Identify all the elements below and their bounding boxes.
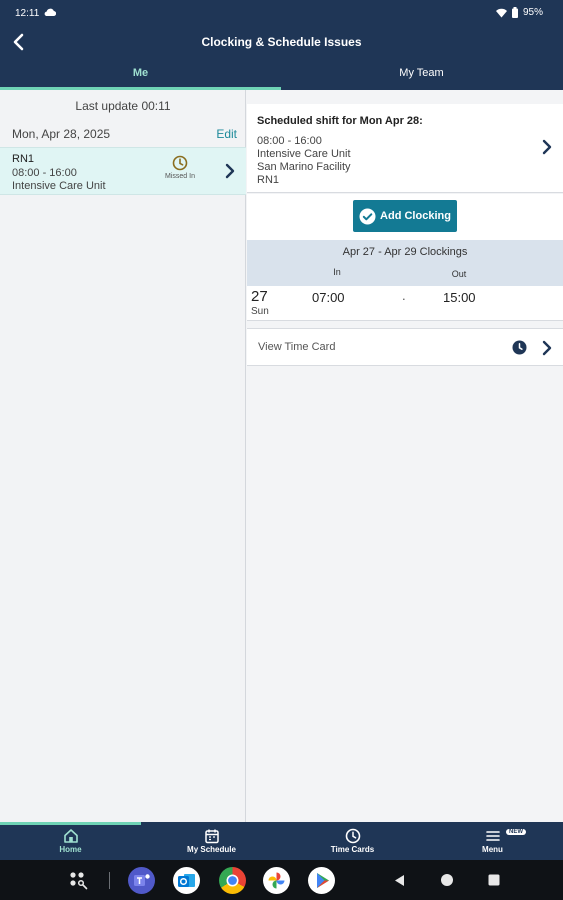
scheduled-facility: San Marino Facility — [257, 161, 351, 173]
home-icon — [63, 829, 78, 843]
photos-logo-icon — [268, 872, 285, 889]
chrome-logo-icon — [226, 874, 239, 887]
out-column-header: Out — [451, 269, 467, 279]
new-badge: NEW — [506, 829, 526, 835]
menu-icon — [485, 831, 500, 841]
clock-icon — [345, 828, 360, 844]
nav-my-schedule-label: My Schedule — [187, 845, 236, 854]
clock-icon — [512, 340, 527, 355]
play-store-logo-icon — [317, 873, 329, 888]
photos-app-icon[interactable] — [263, 867, 290, 894]
view-time-card-label: View Time Card — [258, 341, 336, 353]
shift-list-item[interactable]: RN1 08:00 - 16:00 Intensive Care Unit Mi… — [0, 147, 246, 195]
tab-bar: Me My Team — [0, 60, 563, 90]
clock-in-time: 07:00 — [312, 290, 345, 305]
status-bar: 12:11 95% — [0, 0, 563, 26]
calendar-icon — [204, 829, 219, 844]
in-column-header: In — [333, 267, 341, 277]
back-nav-icon[interactable] — [393, 874, 405, 887]
chevron-right-icon — [542, 139, 552, 155]
add-clocking-label: Add Clocking — [380, 210, 451, 222]
app-header: Clocking & Schedule Issues — [0, 26, 563, 60]
tab-my-team[interactable]: My Team — [281, 60, 562, 90]
taskbar-divider — [109, 872, 110, 889]
outlook-logo-icon — [178, 874, 195, 887]
status-time: 12:11 — [15, 8, 40, 19]
scheduled-unit: Intensive Care Unit — [257, 148, 351, 160]
add-clocking-button[interactable]: Add Clocking — [353, 200, 457, 232]
chevron-right-icon — [542, 340, 552, 356]
clock-out-time: 15:00 — [443, 290, 476, 305]
home-nav-icon[interactable] — [440, 873, 454, 887]
shift-detail-pane: Scheduled shift for Mon Apr 28: 08:00 - … — [247, 90, 563, 822]
missed-in-label: Missed In — [165, 173, 195, 180]
clock-warning-icon — [172, 155, 188, 171]
clockings-range: Apr 27 - Apr 29 Clockings — [342, 246, 468, 258]
recents-nav-icon[interactable] — [488, 874, 500, 886]
date-label: Mon, Apr 28, 2025 — [12, 127, 111, 141]
wifi-icon — [495, 8, 507, 17]
teams-logo-icon — [134, 874, 150, 886]
shift-role: RN1 — [12, 153, 35, 165]
active-tab-indicator — [0, 822, 141, 825]
system-navigation-bar — [0, 860, 563, 900]
nav-my-schedule[interactable]: My Schedule — [141, 828, 282, 854]
scheduled-role: RN1 — [257, 174, 280, 186]
check-circle-icon — [359, 208, 376, 224]
clocking-day: 27 — [251, 288, 268, 305]
outlook-app-icon[interactable] — [173, 867, 200, 894]
nav-home-label: Home — [59, 845, 82, 854]
teams-app-icon[interactable] — [128, 867, 155, 894]
main-content: Last update 00:11 Mon, Apr 28, 2025 Edit… — [0, 90, 563, 822]
last-update: Last update 00:11 — [75, 99, 171, 113]
page-title: Clocking & Schedule Issues — [201, 35, 362, 49]
missed-in-status: Missed In — [160, 155, 200, 180]
chrome-app-icon[interactable] — [219, 867, 246, 894]
bottom-navigation: Home My Schedule Time Cards NEW Menu — [0, 822, 563, 860]
edit-button[interactable]: Edit — [216, 127, 237, 141]
date-header: Mon, Apr 28, 2025 Edit — [12, 127, 237, 143]
clocking-weekday: Sun — [251, 306, 269, 317]
shift-hours: 08:00 - 16:00 — [12, 167, 77, 179]
nav-time-cards-label: Time Cards — [330, 845, 375, 854]
clockings-header: Apr 27 - Apr 29 Clockings In Out — [247, 240, 563, 286]
scheduled-shift-card[interactable]: Scheduled shift for Mon Apr 28: 08:00 - … — [247, 104, 563, 193]
tab-me[interactable]: Me — [0, 60, 281, 90]
shift-unit: Intensive Care Unit — [12, 180, 106, 192]
nav-menu-label: Menu — [482, 845, 503, 854]
app-drawer-search-icon[interactable] — [69, 871, 89, 890]
nav-home[interactable]: Home — [0, 828, 141, 854]
shift-list-pane: Last update 00:11 Mon, Apr 28, 2025 Edit… — [0, 90, 246, 822]
scheduled-shift-title: Scheduled shift for Mon Apr 28: — [257, 115, 423, 127]
play-store-app-icon[interactable] — [308, 867, 335, 894]
battery-icon — [511, 7, 518, 18]
clocking-separator: . — [402, 288, 406, 303]
nav-menu[interactable]: NEW Menu — [422, 828, 563, 854]
nav-time-cards[interactable]: Time Cards — [282, 828, 423, 854]
cloud-notification-icon — [44, 8, 56, 17]
clocking-row[interactable]: 27 Sun 07:00 . 15:00 — [247, 286, 563, 321]
chevron-right-icon — [225, 163, 235, 179]
scheduled-hours: 08:00 - 16:00 — [257, 135, 322, 147]
battery-percent: 95% — [522, 7, 543, 18]
status-right: 95% — [495, 7, 543, 18]
add-clocking-area: Add Clocking — [247, 194, 563, 240]
view-time-card-row[interactable]: View Time Card — [247, 328, 563, 366]
